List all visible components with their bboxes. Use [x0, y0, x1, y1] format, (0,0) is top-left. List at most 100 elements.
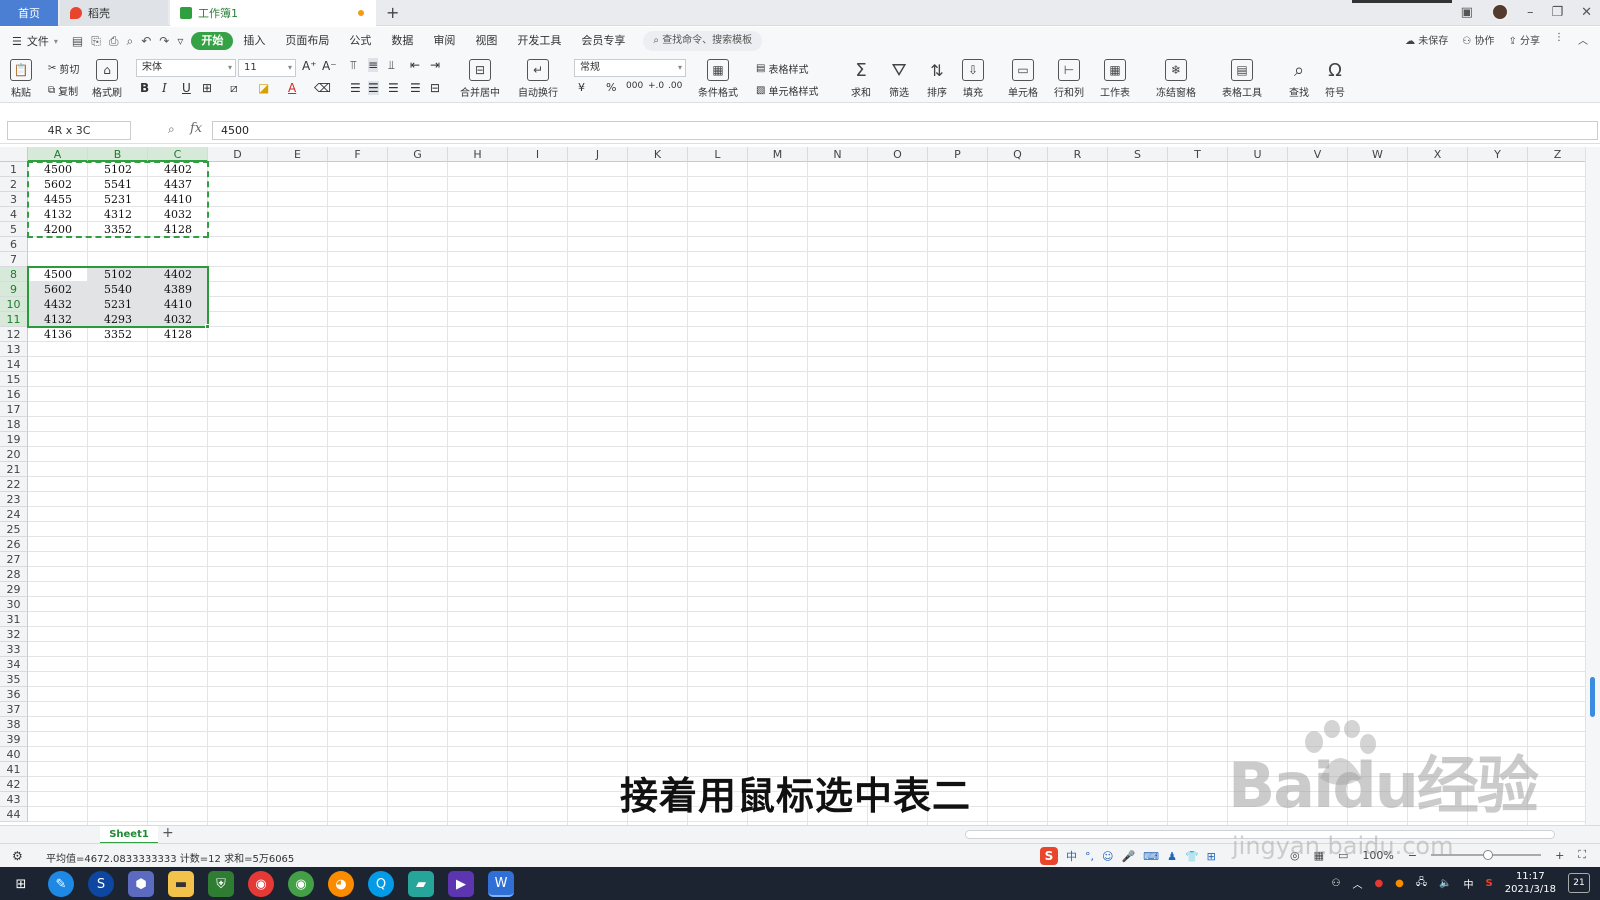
table-cell[interactable]: 4128 — [148, 327, 208, 342]
row-header-25[interactable]: 25 — [0, 522, 28, 537]
column-header-w[interactable]: W — [1348, 147, 1408, 162]
row-col-button[interactable]: ⊢ 行和列 — [1054, 59, 1084, 99]
column-header-d[interactable]: D — [208, 147, 268, 162]
sheet-tab-sheet1[interactable]: Sheet1 — [100, 826, 158, 844]
row-header-41[interactable]: 41 — [0, 762, 28, 777]
macro-icon[interactable]: ⚙ — [12, 849, 23, 863]
tray-app-orange-icon[interactable]: ● — [1395, 878, 1404, 889]
unsaved-button[interactable]: ☁ 未保存 — [1405, 32, 1448, 47]
column-header-n[interactable]: N — [808, 147, 868, 162]
vertical-scrollbar[interactable] — [1585, 147, 1600, 825]
format-painter-button[interactable]: ⌂ 格式刷 — [92, 59, 122, 99]
share-button[interactable]: ⇪ 分享 — [1508, 32, 1540, 47]
command-search[interactable]: ⌕ 查找命令、搜索模板 — [643, 31, 763, 51]
row-header-42[interactable]: 42 — [0, 777, 28, 792]
zoom-formula-icon[interactable]: ⌕ — [168, 122, 175, 137]
tray-ime-label[interactable]: 中 — [1464, 876, 1474, 891]
ime-chinese-label[interactable]: 中 — [1066, 848, 1077, 864]
row-header-35[interactable]: 35 — [0, 672, 28, 687]
name-box[interactable]: 4R x 3C — [7, 121, 131, 140]
shading-icon[interactable]: ⧄ — [230, 81, 238, 96]
eraser-icon[interactable]: ⌫ — [314, 81, 331, 95]
row-header-31[interactable]: 31 — [0, 612, 28, 627]
column-header-t[interactable]: T — [1168, 147, 1228, 162]
redo-icon[interactable]: ↷ — [159, 34, 169, 49]
customize-icon[interactable]: ▿ — [177, 34, 183, 49]
row-header-14[interactable]: 14 — [0, 357, 28, 372]
merge-center-button[interactable]: ⊟ 合并居中 — [460, 59, 500, 99]
tab-daoke[interactable]: 稻壳 — [60, 0, 168, 26]
align-left-icon[interactable]: ☰ — [350, 81, 361, 95]
row-header-15[interactable]: 15 — [0, 372, 28, 387]
zoom-slider-knob[interactable] — [1483, 850, 1494, 860]
mic-icon[interactable]: 🎤 — [1121, 850, 1135, 863]
column-header-q[interactable]: Q — [988, 147, 1048, 162]
fill-handle[interactable] — [205, 324, 210, 329]
row-header-23[interactable]: 23 — [0, 492, 28, 507]
menu-member[interactable]: 会员专享 — [571, 32, 635, 50]
cell-style-button[interactable]: ▧ 单元格样式 — [756, 83, 818, 98]
column-header-l[interactable]: L — [688, 147, 748, 162]
tab-workbook[interactable]: 工作簿1 — [170, 0, 376, 26]
clock[interactable]: 11:17 2021/3/18 — [1505, 870, 1556, 896]
worksheet-button[interactable]: ▦ 工作表 — [1100, 59, 1130, 99]
column-header-a[interactable]: A — [28, 147, 88, 162]
row-header-3[interactable]: 3 — [0, 192, 28, 207]
row-header-32[interactable]: 32 — [0, 627, 28, 642]
chrome-icon[interactable]: ◉ — [248, 871, 274, 897]
row-header-11[interactable]: 11 — [0, 312, 28, 327]
menu-formulas[interactable]: 公式 — [339, 32, 381, 50]
row-header-16[interactable]: 16 — [0, 387, 28, 402]
collab-button[interactable]: ⚇ 协作 — [1462, 32, 1494, 47]
menu-view[interactable]: 视图 — [465, 32, 507, 50]
menu-page-layout[interactable]: 页面布局 — [275, 32, 339, 50]
row-header-7[interactable]: 7 — [0, 252, 28, 267]
menu-data[interactable]: 数据 — [381, 32, 423, 50]
sum-button[interactable]: Σ 求和 — [850, 59, 872, 100]
table-tools-button[interactable]: ▤ 表格工具 — [1222, 59, 1262, 99]
align-middle-icon[interactable]: ≡ — [368, 58, 379, 72]
column-header-b[interactable]: B — [88, 147, 148, 162]
row-header-4[interactable]: 4 — [0, 207, 28, 222]
row-header-44[interactable]: 44 — [0, 807, 28, 822]
export-icon[interactable]: ⎘ — [91, 34, 101, 49]
skin-icon[interactable]: 👕 — [1185, 850, 1199, 863]
font-size-select[interactable]: 11 — [238, 59, 296, 77]
row-header-21[interactable]: 21 — [0, 462, 28, 477]
bold-button[interactable]: B — [140, 81, 149, 95]
conditional-format-button[interactable]: ▦ 条件格式 — [698, 59, 738, 99]
find-button[interactable]: ⌕ 查找 — [1288, 59, 1310, 100]
row-header-30[interactable]: 30 — [0, 597, 28, 612]
column-header-i[interactable]: I — [508, 147, 568, 162]
percent-button[interactable]: % — [606, 81, 616, 94]
justify-icon[interactable]: ☰ — [410, 81, 421, 95]
row-header-36[interactable]: 36 — [0, 687, 28, 702]
zoom-in-icon[interactable]: + — [1555, 849, 1564, 862]
tray-sogou-icon[interactable]: S — [1486, 878, 1493, 889]
copy-button[interactable]: ⧉ 复制 — [48, 83, 78, 98]
column-header-h[interactable]: H — [448, 147, 508, 162]
menu-insert[interactable]: 插入 — [233, 32, 275, 50]
file-explorer-icon[interactable]: ▬ — [168, 871, 194, 897]
indent-decrease-icon[interactable]: ⇤ — [410, 58, 420, 72]
sogou-ime-icon[interactable]: S — [1040, 847, 1058, 865]
table-cell[interactable]: 3352 — [88, 327, 148, 342]
column-header-f[interactable]: F — [328, 147, 388, 162]
row-header-18[interactable]: 18 — [0, 417, 28, 432]
border-icon[interactable]: ⊞ — [202, 81, 212, 95]
column-header-c[interactable]: C — [148, 147, 208, 162]
italic-button[interactable]: I — [162, 81, 167, 95]
row-header-10[interactable]: 10 — [0, 297, 28, 312]
chrome-alt-icon[interactable]: ◉ — [288, 871, 314, 897]
row-header-1[interactable]: 1 — [0, 162, 28, 177]
row-header-37[interactable]: 37 — [0, 702, 28, 717]
column-header-u[interactable]: U — [1228, 147, 1288, 162]
row-header-22[interactable]: 22 — [0, 477, 28, 492]
distribute-icon[interactable]: ⊟ — [430, 81, 440, 95]
print-preview-icon[interactable]: ⌕ — [126, 34, 133, 49]
row-header-29[interactable]: 29 — [0, 582, 28, 597]
fill-color-icon[interactable]: ◪ — [258, 81, 269, 95]
row-header-19[interactable]: 19 — [0, 432, 28, 447]
grid-menu-icon[interactable]: ⊞ — [1207, 850, 1216, 863]
wps-taskbar-icon[interactable]: W — [488, 871, 514, 897]
